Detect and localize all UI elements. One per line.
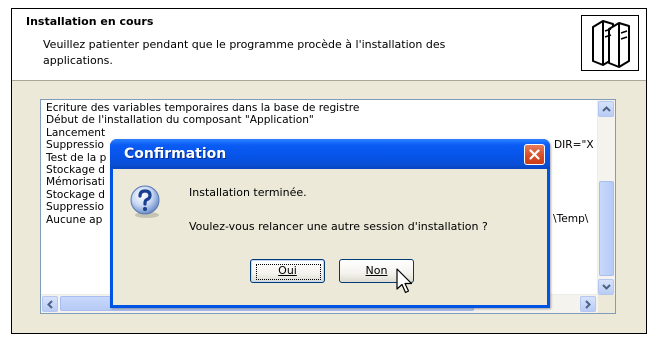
chevron-up-icon (602, 106, 611, 112)
log-fragment: \Temp\ (553, 213, 589, 225)
no-button-label: Non (365, 264, 388, 277)
server-icon (581, 15, 639, 71)
scroll-left-button[interactable] (42, 296, 58, 312)
dialog-title: Confirmation (124, 146, 227, 162)
vertical-scrollbar[interactable] (597, 100, 615, 296)
scroll-down-button[interactable] (598, 279, 614, 295)
vertical-scroll-thumb[interactable] (599, 181, 614, 276)
scrollbar-corner (598, 295, 615, 313)
dialog-message-question: Voulez-vous relancer une autre session d… (189, 220, 488, 233)
dialog-titlebar[interactable]: Confirmation (110, 139, 550, 169)
header-title: Installation en cours (26, 15, 154, 28)
log-line: Début de l'installation du composant "Ap… (46, 114, 314, 127)
log-line: Lancement (46, 126, 106, 139)
confirmation-dialog: Confirmation Installation terminée. Voul… (110, 139, 550, 308)
chevron-right-icon (585, 300, 591, 309)
mouse-cursor-icon (396, 268, 413, 294)
dialog-body: Installation terminée. Voulez-vous relan… (113, 169, 547, 305)
chevron-down-icon (602, 284, 611, 290)
close-button[interactable] (524, 144, 545, 165)
close-icon (529, 149, 540, 160)
question-icon (130, 185, 160, 218)
scroll-up-button[interactable] (598, 101, 614, 117)
focus-rectangle (256, 264, 321, 280)
dialog-message-primary: Installation terminée. (189, 186, 307, 199)
chevron-left-icon (47, 300, 53, 309)
header-panel: Installation en cours Veuillez patienter… (12, 9, 646, 81)
header-description: Veuillez patienter pendant que le progra… (43, 38, 446, 67)
log-fragment: DIR="X (554, 139, 594, 151)
scroll-right-button[interactable] (580, 296, 596, 312)
log-line: Ecriture des variables temporaires dans … (46, 102, 360, 114)
yes-button[interactable]: Oui (250, 259, 325, 283)
